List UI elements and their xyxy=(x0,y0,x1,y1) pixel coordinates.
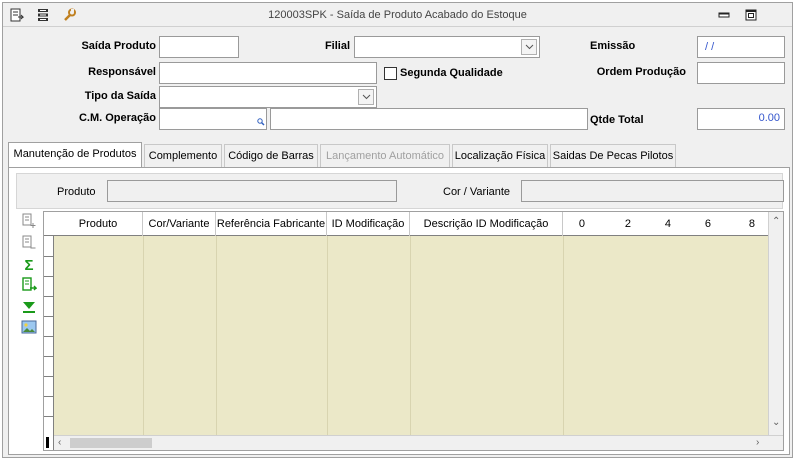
produto-filter-input[interactable] xyxy=(107,180,397,202)
filial-select[interactable] xyxy=(354,36,540,58)
tab-localizacao-fisica[interactable]: Localização Física xyxy=(452,144,548,167)
indicator-line xyxy=(44,336,54,337)
tab-manutencao-produtos[interactable]: Manutenção de Produtos xyxy=(8,142,142,168)
indicator-line xyxy=(44,296,54,297)
chevron-down-icon[interactable] xyxy=(521,39,537,55)
row-indicator-column xyxy=(44,236,54,436)
col-size-4[interactable]: 4 xyxy=(645,212,685,236)
export-grid-icon[interactable] xyxy=(20,276,38,294)
filial-label: Filial xyxy=(324,40,350,52)
col-produto[interactable]: Produto xyxy=(54,212,143,236)
filter-down-icon[interactable] xyxy=(20,298,38,316)
grid-corner xyxy=(44,435,54,450)
segunda-qualidade-checkbox[interactable] xyxy=(384,67,397,80)
col-descricao-id-modificacao[interactable]: Descrição ID Modificação xyxy=(410,212,563,236)
window-title: 120003SPK - Saída de Produto Acabado do … xyxy=(268,9,527,21)
main-window: 120003SPK - Saída de Produto Acabado do … xyxy=(2,2,793,458)
indicator-line xyxy=(44,376,54,377)
col-size-8[interactable]: 8 xyxy=(725,212,765,236)
col-cor-variante[interactable]: Cor/Variante xyxy=(143,212,216,236)
tab-saidas-pecas-pilotos[interactable]: Saidas De Pecas Pilotos xyxy=(550,144,676,167)
scroll-right-icon[interactable]: › xyxy=(756,437,759,449)
indicator-line xyxy=(44,356,54,357)
chevron-down-icon[interactable] xyxy=(358,89,374,105)
header-form: Saída Produto Filial Emissão Responsável… xyxy=(8,30,790,132)
grid-column-divider xyxy=(563,236,564,436)
col-size-2[interactable]: 2 xyxy=(605,212,645,236)
indicator-line xyxy=(44,396,54,397)
saida-produto-input[interactable] xyxy=(159,36,239,58)
tipo-saida-select[interactable] xyxy=(159,86,377,108)
col-size-0[interactable]: 0 xyxy=(563,212,605,236)
col-size-6[interactable]: 6 xyxy=(685,212,725,236)
filter-panel: Produto Cor / Variante xyxy=(16,173,784,209)
image-icon[interactable] xyxy=(20,318,38,336)
col-referencia-fabricante[interactable]: Referência Fabricante xyxy=(216,212,327,236)
horizontal-scroll-thumb[interactable] xyxy=(70,438,152,448)
indicator-line xyxy=(44,256,54,257)
grid-column-divider xyxy=(410,236,411,436)
cm-operacao-label: C.M. Operação xyxy=(78,112,156,124)
qtde-total-label: Qtde Total xyxy=(590,114,644,126)
indicator-line xyxy=(44,416,54,417)
remove-row-icon[interactable] xyxy=(20,234,38,252)
grid-column-divider xyxy=(216,236,217,436)
segunda-qualidade-label: Segunda Qualidade xyxy=(400,67,503,79)
scroll-down-icon[interactable]: ⌄ xyxy=(772,417,780,429)
maximize-button[interactable] xyxy=(745,9,757,21)
tab-complemento[interactable]: Complemento xyxy=(144,144,222,167)
emissao-input[interactable] xyxy=(697,36,785,58)
grid-column-divider xyxy=(327,236,328,436)
lookup-icon[interactable] xyxy=(257,117,265,129)
saida-produto-label: Saída Produto xyxy=(81,40,156,52)
scroll-left-icon[interactable]: ‹ xyxy=(58,437,61,449)
cor-variante-filter-input[interactable] xyxy=(521,180,784,202)
indicator-line xyxy=(44,276,54,277)
tab-lancamento-automatico: Lançamento Automático xyxy=(320,144,450,167)
produto-filter-label: Produto xyxy=(57,186,96,198)
tipo-saida-label: Tipo da Saída xyxy=(84,90,156,102)
tab-panel-manutencao: Produto Cor / Variante Σ Produto Cor/Var… xyxy=(8,167,790,455)
indicator-line xyxy=(44,316,54,317)
ordem-producao-input[interactable] xyxy=(697,62,785,84)
horizontal-scrollbar[interactable]: ‹ › xyxy=(54,435,783,450)
cm-operacao-code-input[interactable] xyxy=(159,108,267,130)
sum-icon[interactable]: Σ xyxy=(20,256,38,274)
title-bar: 120003SPK - Saída de Produto Acabado do … xyxy=(3,3,792,27)
qtde-total-value: 0.00 xyxy=(697,108,785,130)
responsavel-input[interactable] xyxy=(159,62,377,84)
emissao-label: Emissão xyxy=(590,40,636,52)
vertical-scrollbar[interactable]: ⌃ ⌄ xyxy=(768,212,783,436)
tab-codigo-barras[interactable]: Código de Barras xyxy=(224,144,318,167)
scroll-up-icon[interactable]: ⌃ xyxy=(772,216,780,228)
cor-variante-filter-label: Cor / Variante xyxy=(443,186,511,198)
col-id-modificacao[interactable]: ID Modificação xyxy=(327,212,410,236)
grid-corner-marker xyxy=(46,437,49,448)
minimize-button[interactable] xyxy=(718,9,730,21)
grid-column-divider xyxy=(143,236,144,436)
grid-header: Produto Cor/Variante Referência Fabrican… xyxy=(44,212,783,236)
add-row-icon[interactable] xyxy=(20,212,38,230)
ordem-producao-label: Ordem Produção xyxy=(596,66,686,78)
responsavel-label: Responsável xyxy=(88,66,156,78)
cm-operacao-description[interactable] xyxy=(270,108,588,130)
products-grid[interactable]: Produto Cor/Variante Referência Fabrican… xyxy=(43,211,784,451)
